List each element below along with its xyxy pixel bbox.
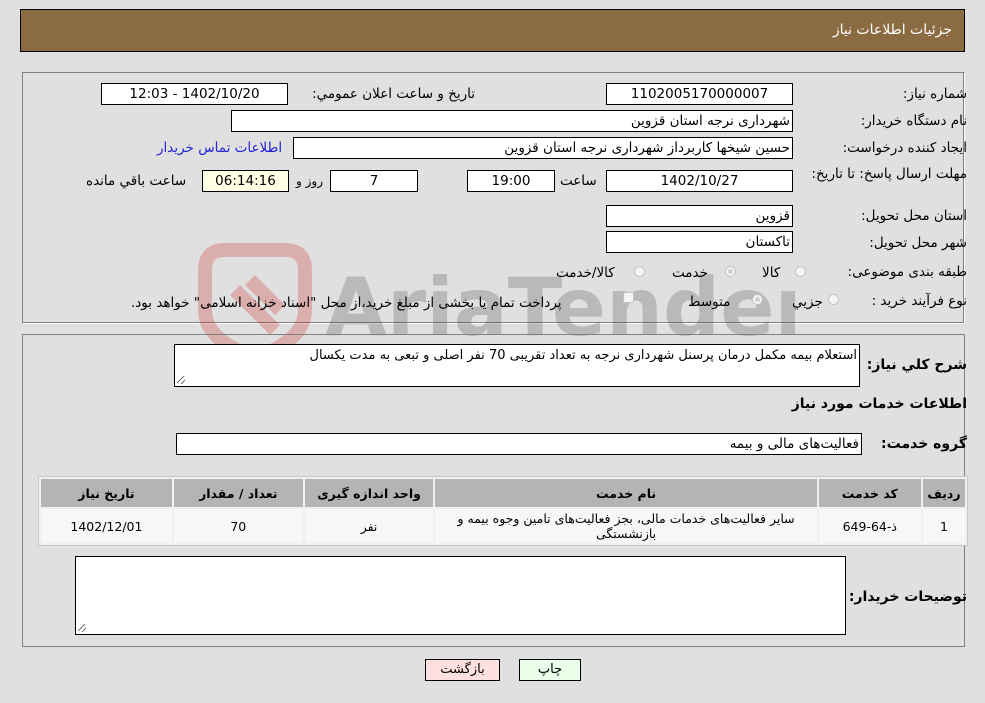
services-heading: اطلاعات خدمات مورد نیاز: [791, 396, 967, 412]
deadline-time-label: ساعت: [560, 173, 597, 189]
page-title: جزئیات اطلاعات نیاز: [832, 22, 952, 38]
treasury-checkbox[interactable]: [623, 292, 634, 303]
announce-datetime-field: 1402/10/20 - 12:03: [101, 83, 288, 105]
buyer-notes-textarea[interactable]: [75, 556, 846, 635]
requester-field: حسین شیخها کاربرداز شهرداری نرجه استان ق…: [293, 137, 793, 159]
category-radio-goods-service[interactable]: [634, 266, 645, 277]
requester-label: ایجاد کننده درخواست:: [842, 140, 967, 156]
category-radio-goods[interactable]: [795, 266, 806, 277]
col-row-number: ردیف: [922, 479, 965, 507]
resize-grip-icon[interactable]: [177, 376, 185, 384]
category-radio-service[interactable]: [725, 266, 736, 277]
description-text: استعلام بیمه مکمل درمان پرسنل شهرداری نر…: [309, 348, 858, 363]
col-unit: واحد اندازه گیری: [304, 479, 434, 507]
print-button[interactable]: چاپ: [519, 659, 581, 681]
announce-datetime-label: تاریخ و ساعت اعلان عمومي:: [312, 86, 475, 102]
purchase-type-radio-medium[interactable]: [752, 294, 763, 305]
treasury-note: پرداخت تمام یا بخشی از مبلغ خرید،از محل …: [131, 295, 562, 311]
col-service-code: کد خدمت: [818, 479, 921, 507]
category-label: طبقه بندی موضوعی:: [847, 264, 967, 280]
deadline-date-field: 1402/10/27: [606, 170, 793, 192]
delivery-province-field: قزوین: [606, 205, 793, 227]
cell-quantity: 70: [173, 509, 303, 543]
description-label: شرح کلي نیاز:: [866, 357, 967, 373]
services-table: ردیف کد خدمت نام خدمت واحد اندازه گیری ت…: [38, 476, 968, 546]
buyer-org-field: شهرداری نرجه استان قزوین: [231, 110, 793, 132]
page-header: جزئیات اطلاعات نیاز: [20, 9, 965, 52]
need-number-label: شماره نیاز:: [902, 86, 967, 102]
cell-service-name: سایر فعالیت‌های خدمات مالی، بجز فعالیت‌ه…: [435, 509, 817, 543]
col-service-name: نام خدمت: [435, 479, 817, 507]
cell-unit: نفر: [304, 509, 434, 543]
table-header-row: ردیف کد خدمت نام خدمت واحد اندازه گیری ت…: [41, 479, 965, 507]
days-label: روز و: [296, 174, 323, 188]
col-quantity: تعداد / مقدار: [173, 479, 303, 507]
delivery-province-label: استان محل تحویل:: [861, 208, 967, 224]
category-option-goods-service: کالا/خدمت: [556, 265, 615, 281]
service-group-field: فعالیت‌های مالی و بیمه: [176, 433, 862, 455]
buyer-contact-link[interactable]: اطلاعات تماس خریدار: [157, 140, 282, 156]
col-need-date: تاریخ نیاز: [41, 479, 172, 507]
resize-grip-icon[interactable]: [78, 624, 86, 632]
purchase-type-label: نوع فرآیند خرید :: [871, 293, 967, 309]
buyer-notes-label: توضیحات خریدار:: [848, 589, 967, 605]
deadline-label: مهلت ارسال پاسخ: تا تاریخ:: [811, 166, 967, 182]
category-option-service: خدمت: [672, 265, 708, 281]
buyer-org-label: نام دستگاه خریدار:: [860, 113, 967, 129]
deadline-time-field: 19:00: [467, 170, 555, 192]
category-option-goods: کالا: [762, 265, 781, 281]
cell-need-date: 1402/12/01: [41, 509, 172, 543]
purchase-type-option-minor: جزيي: [792, 294, 823, 310]
need-number-field: 1102005170000007: [606, 83, 793, 105]
delivery-city-label: شهر محل تحویل:: [869, 235, 967, 251]
remaining-time-field: 06:14:16: [202, 170, 289, 192]
purchase-type-radio-minor[interactable]: [828, 294, 839, 305]
cell-row-number: 1: [922, 509, 965, 543]
table-row: 1 ذ-64-649 سایر فعالیت‌های خدمات مالی، ب…: [41, 509, 965, 543]
service-group-label: گروه خدمت:: [881, 436, 967, 452]
cell-service-code: ذ-64-649: [818, 509, 921, 543]
remaining-days-field: 7: [330, 170, 418, 192]
delivery-city-field: تاکستان: [606, 231, 793, 253]
purchase-type-option-medium: متوسط: [688, 294, 731, 310]
remaining-time-label: ساعت باقي مانده: [86, 173, 187, 189]
description-textarea[interactable]: استعلام بیمه مکمل درمان پرسنل شهرداری نر…: [174, 344, 860, 387]
back-button[interactable]: بازگشت: [425, 659, 500, 681]
